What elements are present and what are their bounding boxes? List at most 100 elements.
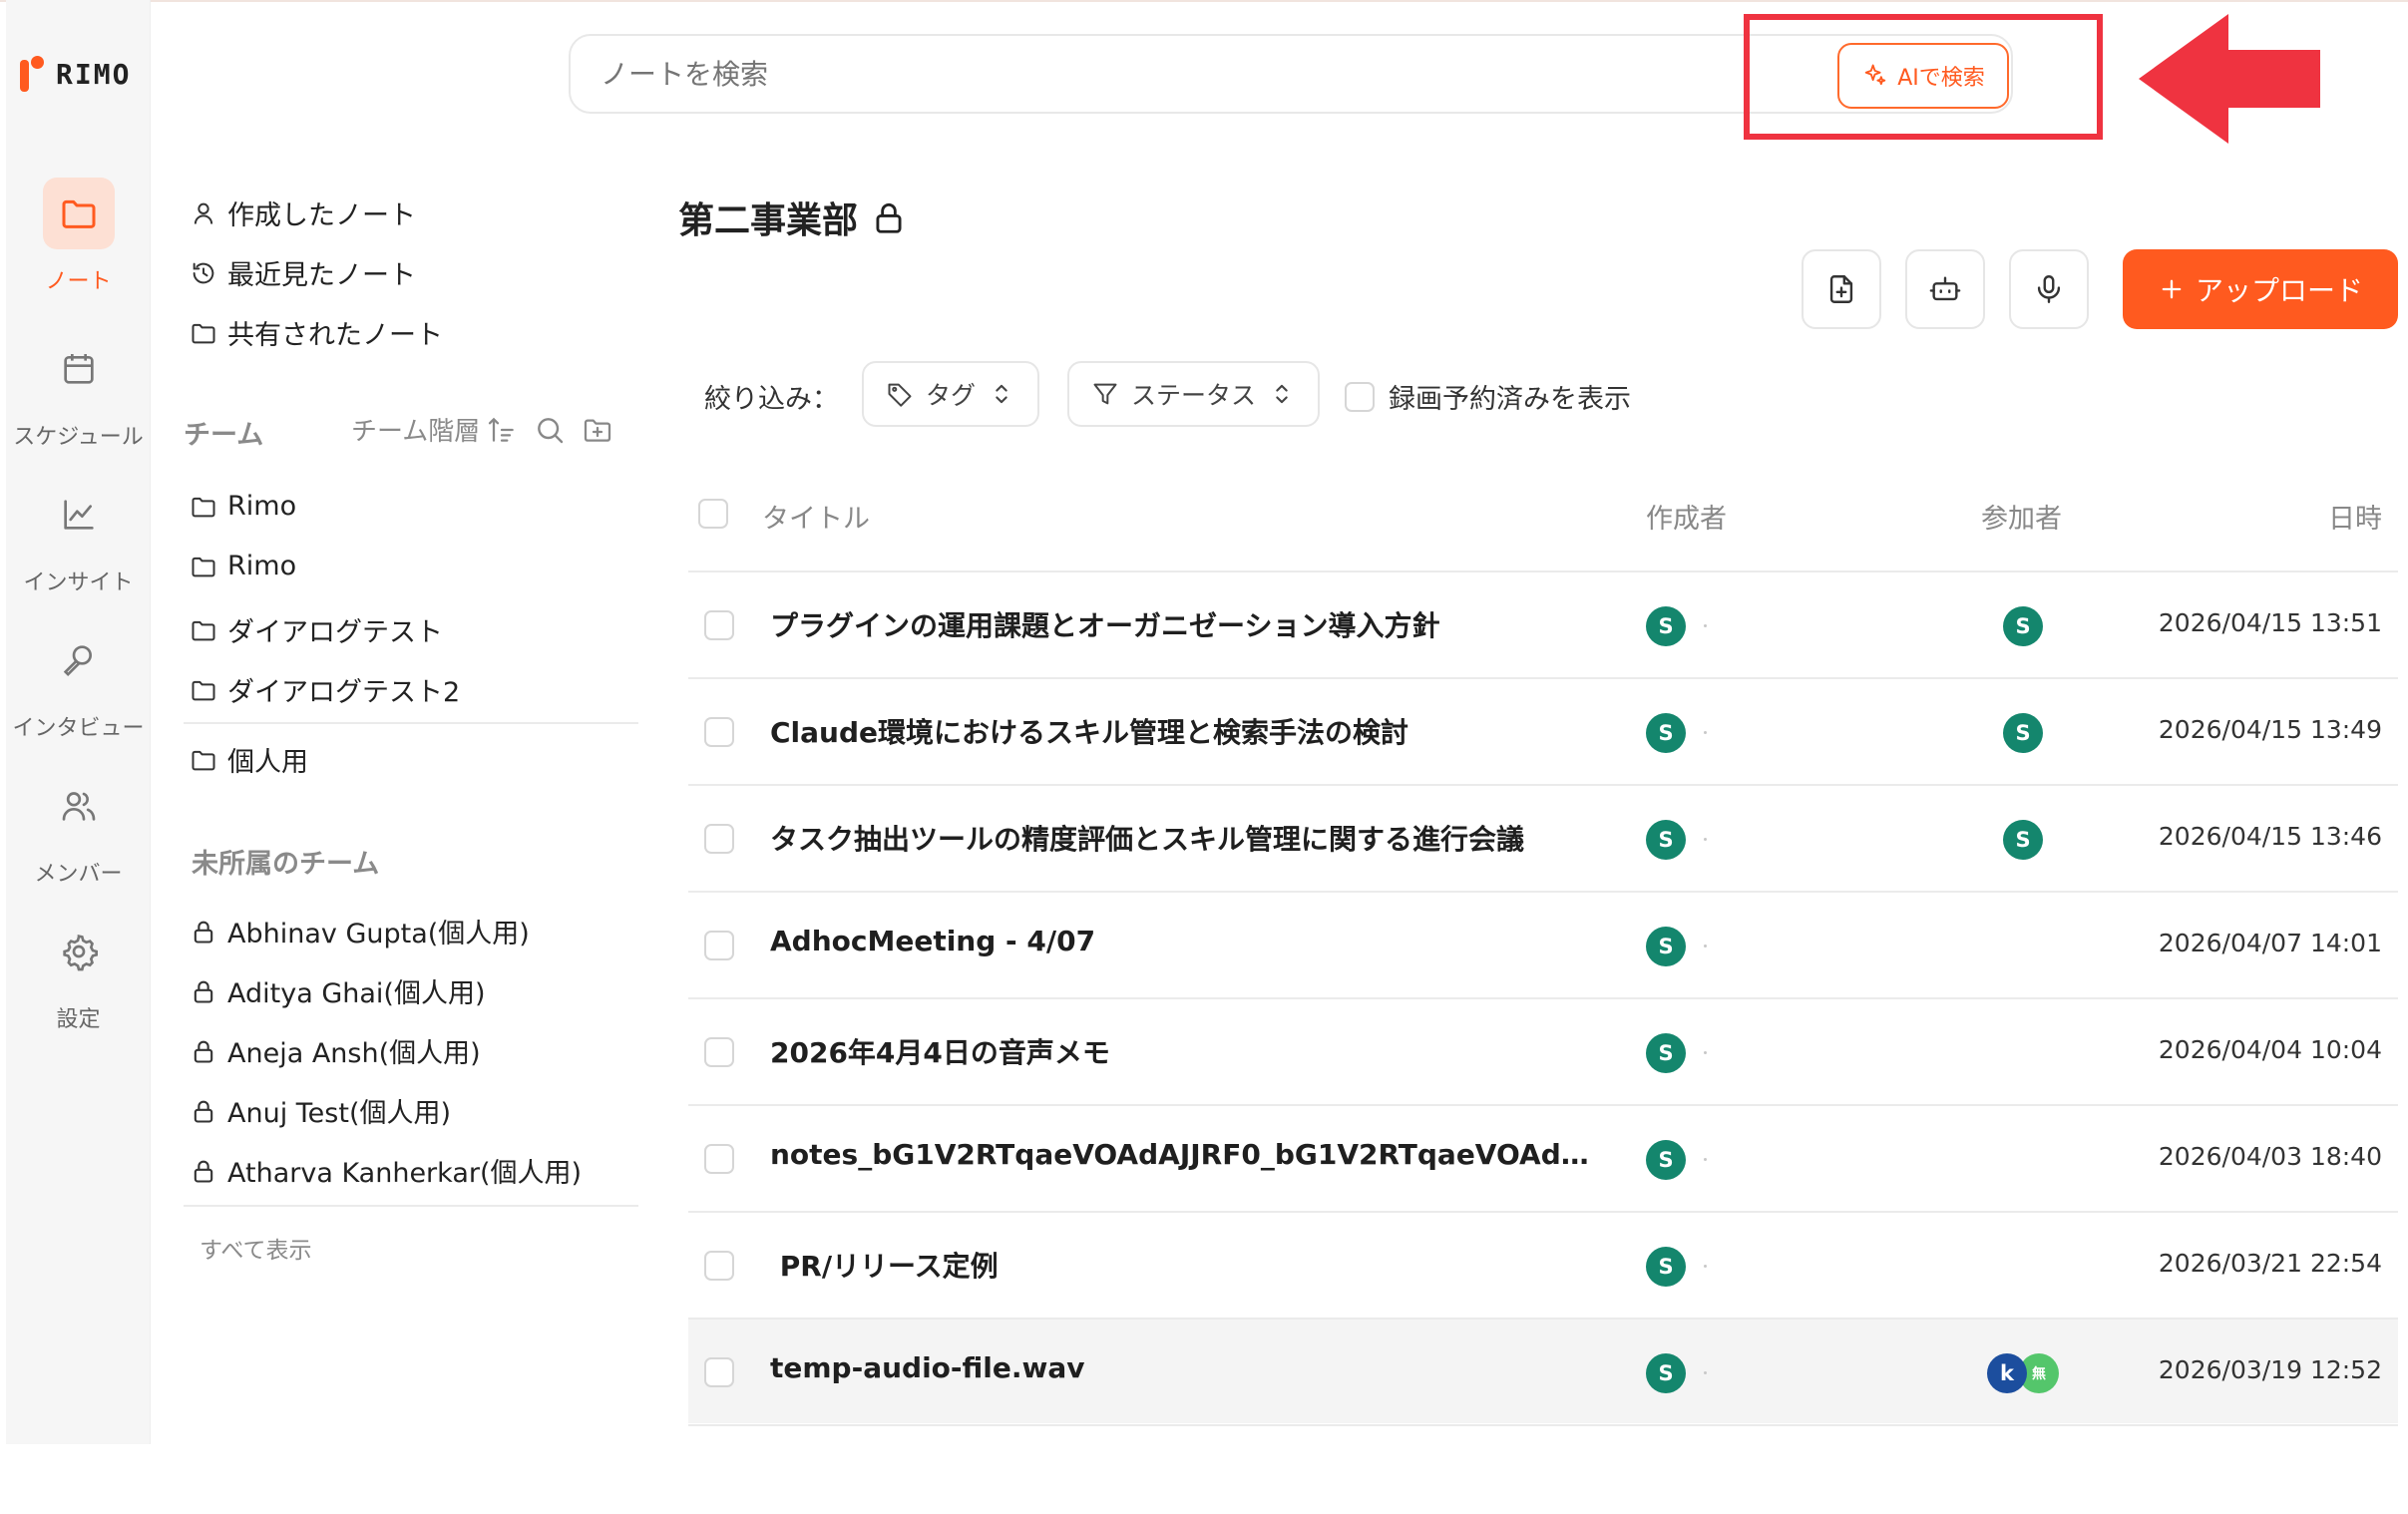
row-checkbox[interactable]: [704, 1357, 734, 1387]
nav-item-members[interactable]: メンバー: [6, 770, 151, 888]
nav-label-insight: インサイト: [23, 570, 134, 595]
search-icon[interactable]: [534, 414, 566, 446]
author-avatar: S: [1646, 713, 1686, 753]
tag-icon: [888, 383, 912, 407]
file-plus-icon: [1829, 275, 1853, 303]
unaffiliated-team-item[interactable]: Atharva Kanherkar(個人用): [190, 1151, 582, 1190]
author-avatar: S: [1646, 1353, 1686, 1393]
upload-button[interactable]: アップロード: [2123, 249, 2398, 329]
chevron-updown-icon: [996, 384, 1007, 404]
nav-item-interview[interactable]: インタビュー: [6, 624, 151, 742]
table-row[interactable]: プラグインの運用課題とオーガニゼーション導入方針 S S 2026/04/15 …: [688, 570, 2398, 676]
select-all-checkbox[interactable]: [698, 499, 728, 529]
participant-avatar: S: [2003, 606, 2043, 646]
team-section-heading: チーム: [184, 420, 264, 451]
recent-notes-link[interactable]: 最近見たノート: [190, 253, 416, 292]
column-header-title[interactable]: タイトル: [762, 497, 870, 536]
divider: [184, 1205, 638, 1207]
separator-dot: [1704, 1158, 1707, 1161]
author-avatar: S: [1646, 1140, 1686, 1180]
nav-item-insight[interactable]: インサイト: [6, 479, 151, 596]
author-avatar: S: [1646, 927, 1686, 966]
recent-notes-label: 最近見たノート: [227, 260, 416, 291]
personal-folder[interactable]: 個人用: [190, 740, 308, 779]
folder-icon: [192, 323, 215, 343]
nav-item-notes[interactable]: ノート: [6, 178, 151, 295]
author-avatar: S: [1646, 820, 1686, 860]
row-checkbox[interactable]: [704, 931, 734, 960]
bot-button[interactable]: [1905, 249, 1985, 329]
robot-icon: [1929, 276, 1961, 301]
lock-icon: [194, 980, 213, 1003]
row-checkbox[interactable]: [704, 1037, 734, 1067]
sort-icon: [489, 417, 515, 442]
team-item[interactable]: ダイアログテスト2: [190, 670, 460, 709]
nav-label-members: メンバー: [34, 862, 123, 887]
annotation-highlight-box: [1744, 14, 2103, 140]
team-hierarchy-button[interactable]: チーム階層: [351, 411, 518, 448]
tag-filter-button[interactable]: タグ: [862, 361, 1040, 427]
table-row[interactable]: タスク抽出ツールの精度評価とスキル管理に関する進行会議 S S 2026/04/…: [688, 784, 2398, 890]
page-title-text: 第二事業部: [678, 200, 859, 241]
table-row[interactable]: notes_bG1V2RTqaeVOAdAJJRF0_bG1V2RTqaeVOA…: [688, 1104, 2398, 1210]
team-item-label: Rimo: [227, 491, 297, 522]
note-date: 2026/03/19 12:52: [2158, 1355, 2382, 1384]
unaffiliated-team-item[interactable]: Abhinav Gupta(個人用): [190, 912, 530, 950]
nav-item-settings[interactable]: 設定: [6, 916, 151, 1033]
column-header-author: 作成者: [1646, 504, 1727, 535]
row-checkbox[interactable]: [704, 1144, 734, 1174]
table-row[interactable]: PR/リリース定例 S 2026/03/21 22:54: [688, 1211, 2398, 1317]
table-row[interactable]: temp-audio-file.wav S k 無 2026/03/19 12:…: [688, 1318, 2398, 1423]
note-title: notes_bG1V2RTqaeVOAdAJJRF0_bG1V2RTqaeVOA…: [770, 1138, 1608, 1171]
show-recorded-checkbox[interactable]: [1345, 381, 1375, 412]
team-item[interactable]: ダイアログテスト: [190, 610, 443, 649]
nav-label-schedule: スケジュール: [13, 425, 144, 450]
user-icon: [194, 202, 213, 224]
separator-dot: [1704, 1265, 1707, 1268]
lock-icon: [194, 921, 213, 944]
status-filter-button[interactable]: ステータス: [1067, 361, 1321, 427]
team-item-label: Rimo: [227, 551, 297, 581]
separator-dot: [1704, 624, 1707, 627]
show-recorded-toggle[interactable]: 録画予約済みを表示: [1345, 377, 1631, 416]
shared-notes-link[interactable]: 共有されたノート: [190, 313, 443, 352]
unaffiliated-team-label: Anuj Test(個人用): [227, 1098, 452, 1129]
search-input[interactable]: [601, 54, 1698, 94]
note-title: AdhocMeeting - 4/07: [770, 925, 1096, 957]
row-checkbox[interactable]: [704, 1251, 734, 1281]
row-checkbox[interactable]: [704, 824, 734, 854]
unaffiliated-team-item[interactable]: Anuj Test(個人用): [190, 1091, 451, 1130]
row-checkbox[interactable]: [704, 610, 734, 640]
lock-icon: [194, 1040, 213, 1063]
table-row[interactable]: 2026年4月4日の音声メモ S 2026/04/04 10:04: [688, 997, 2398, 1103]
note-date: 2026/04/07 14:01: [2158, 929, 2382, 957]
app-logo[interactable]: RIMO: [20, 56, 131, 92]
row-checkbox[interactable]: [704, 717, 734, 747]
unaffiliated-heading: 未所属のチーム: [192, 849, 380, 880]
team-item[interactable]: Rimo: [190, 491, 296, 522]
add-folder-icon[interactable]: [582, 414, 613, 446]
unaffiliated-team-item[interactable]: Aneja Ansh(個人用): [190, 1031, 481, 1070]
participant-avatar: S: [2003, 713, 2043, 753]
created-notes-label: 作成したノート: [227, 200, 416, 231]
team-item[interactable]: Rimo: [190, 551, 296, 581]
new-note-button[interactable]: [1802, 249, 1881, 329]
record-button[interactable]: [2009, 249, 2089, 329]
show-all-link[interactable]: すべて表示: [200, 1231, 311, 1265]
logo-text: RIMO: [56, 57, 132, 91]
nav-item-schedule[interactable]: スケジュール: [6, 333, 151, 451]
participant-avatar: k: [1987, 1353, 2027, 1393]
created-notes-link[interactable]: 作成したノート: [190, 193, 416, 232]
unaffiliated-team-item[interactable]: Aditya Ghai(個人用): [190, 971, 485, 1010]
folder-icon: [192, 557, 215, 576]
column-header-date[interactable]: 日時: [2328, 497, 2382, 536]
table-bottom-border: [688, 1424, 2398, 1426]
table-row[interactable]: Claude環境におけるスキル管理と検索手法の検討 S S 2026/04/15…: [688, 677, 2398, 783]
table-row[interactable]: AdhocMeeting - 4/07 S 2026/04/07 14:01: [688, 891, 2398, 996]
lock-icon: [194, 1100, 213, 1123]
nav-label-interview: インタビュー: [12, 716, 145, 741]
unaffiliated-team-label: Abhinav Gupta(個人用): [227, 919, 530, 949]
filter-icon: [1093, 383, 1117, 405]
note-title: タスク抽出ツールの精度評価とスキル管理に関する進行会議: [770, 823, 1525, 856]
folder-icon: [192, 497, 215, 517]
